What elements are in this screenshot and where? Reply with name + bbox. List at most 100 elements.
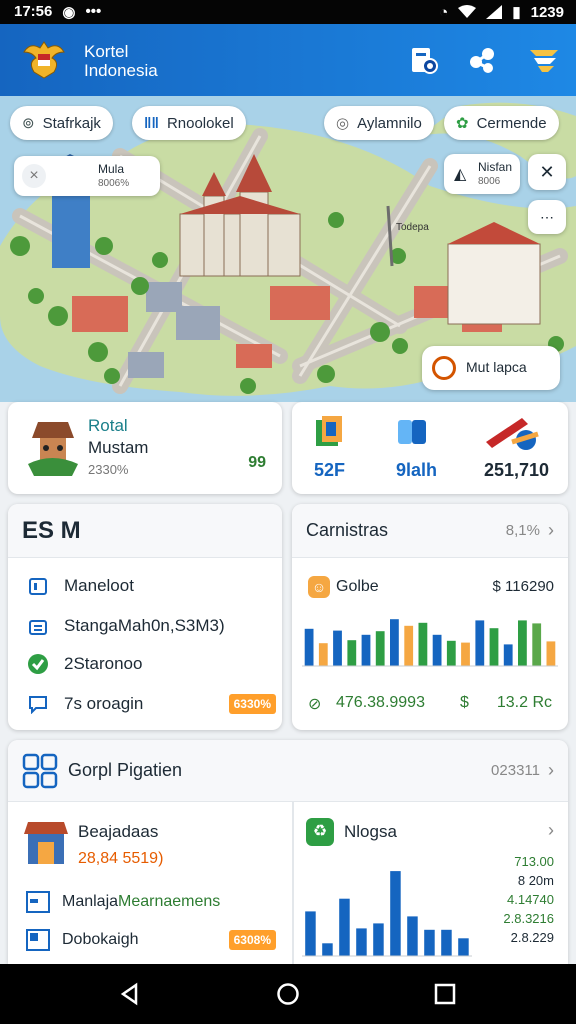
bottom-card-header: Gorpl Pigatien 023311 › — [8, 740, 568, 802]
system-nav-bar — [0, 964, 576, 1024]
chevron-right-icon[interactable]: › — [548, 820, 554, 841]
briefcase-icon — [26, 614, 50, 638]
tools-illustration-icon — [486, 418, 539, 450]
location-pin-icon: ◭ — [454, 166, 467, 183]
wifi-icon — [458, 5, 477, 18]
chart-bar — [489, 628, 499, 666]
clock-icon — [432, 356, 456, 380]
chart-bar — [373, 923, 384, 956]
more-button[interactable]: ⋯ — [528, 200, 566, 234]
list-item[interactable]: StangaMah0n,S3M3) — [26, 614, 225, 638]
document-icon — [26, 928, 50, 952]
chart-bar — [475, 620, 485, 666]
chart-bar — [503, 644, 513, 666]
list-item[interactable]: 2Staronoo — [26, 652, 142, 676]
notification-icon: ◉ — [62, 4, 76, 21]
garuda-emblem-logo — [23, 41, 65, 79]
list-card-title: ES M — [8, 504, 282, 558]
filter-flash-icon[interactable] — [528, 44, 560, 76]
chevron-right-icon[interactable]: › — [548, 520, 554, 541]
chart-bar — [441, 929, 452, 956]
signal-icon — [486, 5, 503, 19]
box-icon — [316, 416, 342, 446]
map-chip-1[interactable]: ⊚ Stafrkajk — [10, 106, 113, 140]
sub-chart-values: 713.00 8 20m 4.14740 2.8.3216 2.8.229 — [503, 854, 554, 945]
chart-card[interactable]: Carnistras 8,1% › ☺ Golbe $ 116290 ⊘ 476… — [292, 504, 568, 730]
compass-icon: ◎ — [336, 115, 350, 132]
merchant-icon — [28, 422, 78, 476]
list-item[interactable]: ManlajaMearnaemens — [26, 890, 220, 914]
map-chip-4[interactable]: ✿ Cermende — [444, 106, 559, 140]
chart-bar — [339, 898, 350, 956]
road-label: Todepa — [396, 222, 429, 233]
status-badge: 6308% — [228, 930, 276, 950]
message-icon — [26, 692, 50, 716]
back-icon[interactable] — [118, 982, 142, 1006]
grid-apps-icon — [22, 753, 58, 788]
chart-bar — [347, 640, 357, 666]
app-title: Kortel Indonesia — [84, 42, 158, 80]
calendar-icon — [26, 574, 50, 598]
search-location-icon: ⊚ — [22, 115, 35, 132]
map-info-pin-right[interactable]: ◭ Nisfan 8006 — [444, 154, 520, 194]
chart-bar — [361, 634, 371, 666]
more-notifications-icon: ••• — [85, 3, 102, 20]
chart-bar — [458, 938, 469, 956]
share-icon[interactable] — [466, 44, 498, 76]
chart-bar — [375, 631, 385, 666]
list-item[interactable]: Maneloot — [26, 574, 134, 598]
map-chip-3[interactable]: ◎ Aylamnilo — [324, 106, 434, 140]
divider — [292, 802, 294, 964]
bar-chart — [302, 619, 558, 667]
list-card: ES M Maneloot StangaMah0n,S3M3) 2Starono… — [8, 504, 282, 730]
chart-bar — [546, 641, 556, 666]
list-item[interactable]: 7s oroagin 6330% — [26, 692, 276, 716]
battery-icon: ▮ — [512, 4, 521, 21]
tools-button[interactable]: ✕ — [528, 154, 566, 190]
map-chip-2[interactable]: ‖‖ Rnoolokel — [132, 106, 246, 140]
dollar-icon: $ — [460, 694, 469, 711]
chart-bar — [532, 623, 542, 666]
battery-level: 1239 — [530, 3, 564, 21]
recents-icon[interactable] — [434, 983, 456, 1005]
city-map[interactable]: ⊚ Stafrkajk ‖‖ Rnoolokel ◎ Aylamnilo ✿ C… — [0, 96, 576, 402]
globe-icon: ☺ — [308, 576, 330, 598]
chart-bar — [390, 619, 399, 666]
map-info-pin-left[interactable]: × Mula 8006% — [14, 156, 160, 196]
recycle-icon: ♻ — [306, 818, 334, 846]
chart-bar — [418, 622, 428, 666]
chart-bar — [432, 634, 442, 666]
close-icon[interactable]: × — [22, 164, 46, 188]
shop-icon — [24, 822, 68, 864]
chart-bar — [407, 916, 418, 956]
bars-icon: ‖‖ — [144, 114, 159, 132]
document-search-icon[interactable] — [408, 44, 440, 76]
chart-bar — [461, 642, 470, 666]
chart-bar — [333, 630, 342, 666]
stat-card-right[interactable]: 52F 9lalh 251,710 — [292, 402, 568, 494]
map-callout[interactable]: Mut lapca — [422, 346, 560, 390]
status-badge: 6330% — [228, 694, 276, 714]
ellipsis-icon: ⋯ — [540, 209, 554, 225]
footer-left-icon: ⊘ — [308, 696, 322, 713]
status-bar: 17:56 ◉ ••• ◔ ▮ 1239 — [0, 0, 576, 24]
chart-bar — [356, 928, 367, 956]
chart-bar — [318, 643, 328, 666]
app-header: Kortel Indonesia — [0, 24, 576, 96]
chevron-right-icon[interactable]: › — [548, 760, 554, 781]
chart-bar — [424, 929, 435, 956]
chart-bar — [304, 628, 314, 666]
alarm-icon: ◔ — [439, 3, 449, 21]
bar-chart-secondary — [302, 871, 472, 957]
chart-bar — [446, 640, 456, 666]
home-icon[interactable] — [276, 982, 300, 1006]
chart-bar — [390, 871, 401, 956]
list-item[interactable]: Dobokaigh 6308% — [26, 928, 276, 952]
chart-card-header: Carnistras 8,1% › — [292, 504, 568, 558]
chart-bar — [322, 943, 333, 956]
check-circle-icon — [26, 652, 50, 676]
stat-card-left[interactable]: Rotal Mustam 2330% 99 — [8, 402, 282, 494]
bottom-card: Gorpl Pigatien 023311 › Beajadaas 28,84 … — [8, 740, 568, 964]
table-icon — [26, 890, 50, 914]
tools-icon: ✕ — [539, 162, 555, 182]
